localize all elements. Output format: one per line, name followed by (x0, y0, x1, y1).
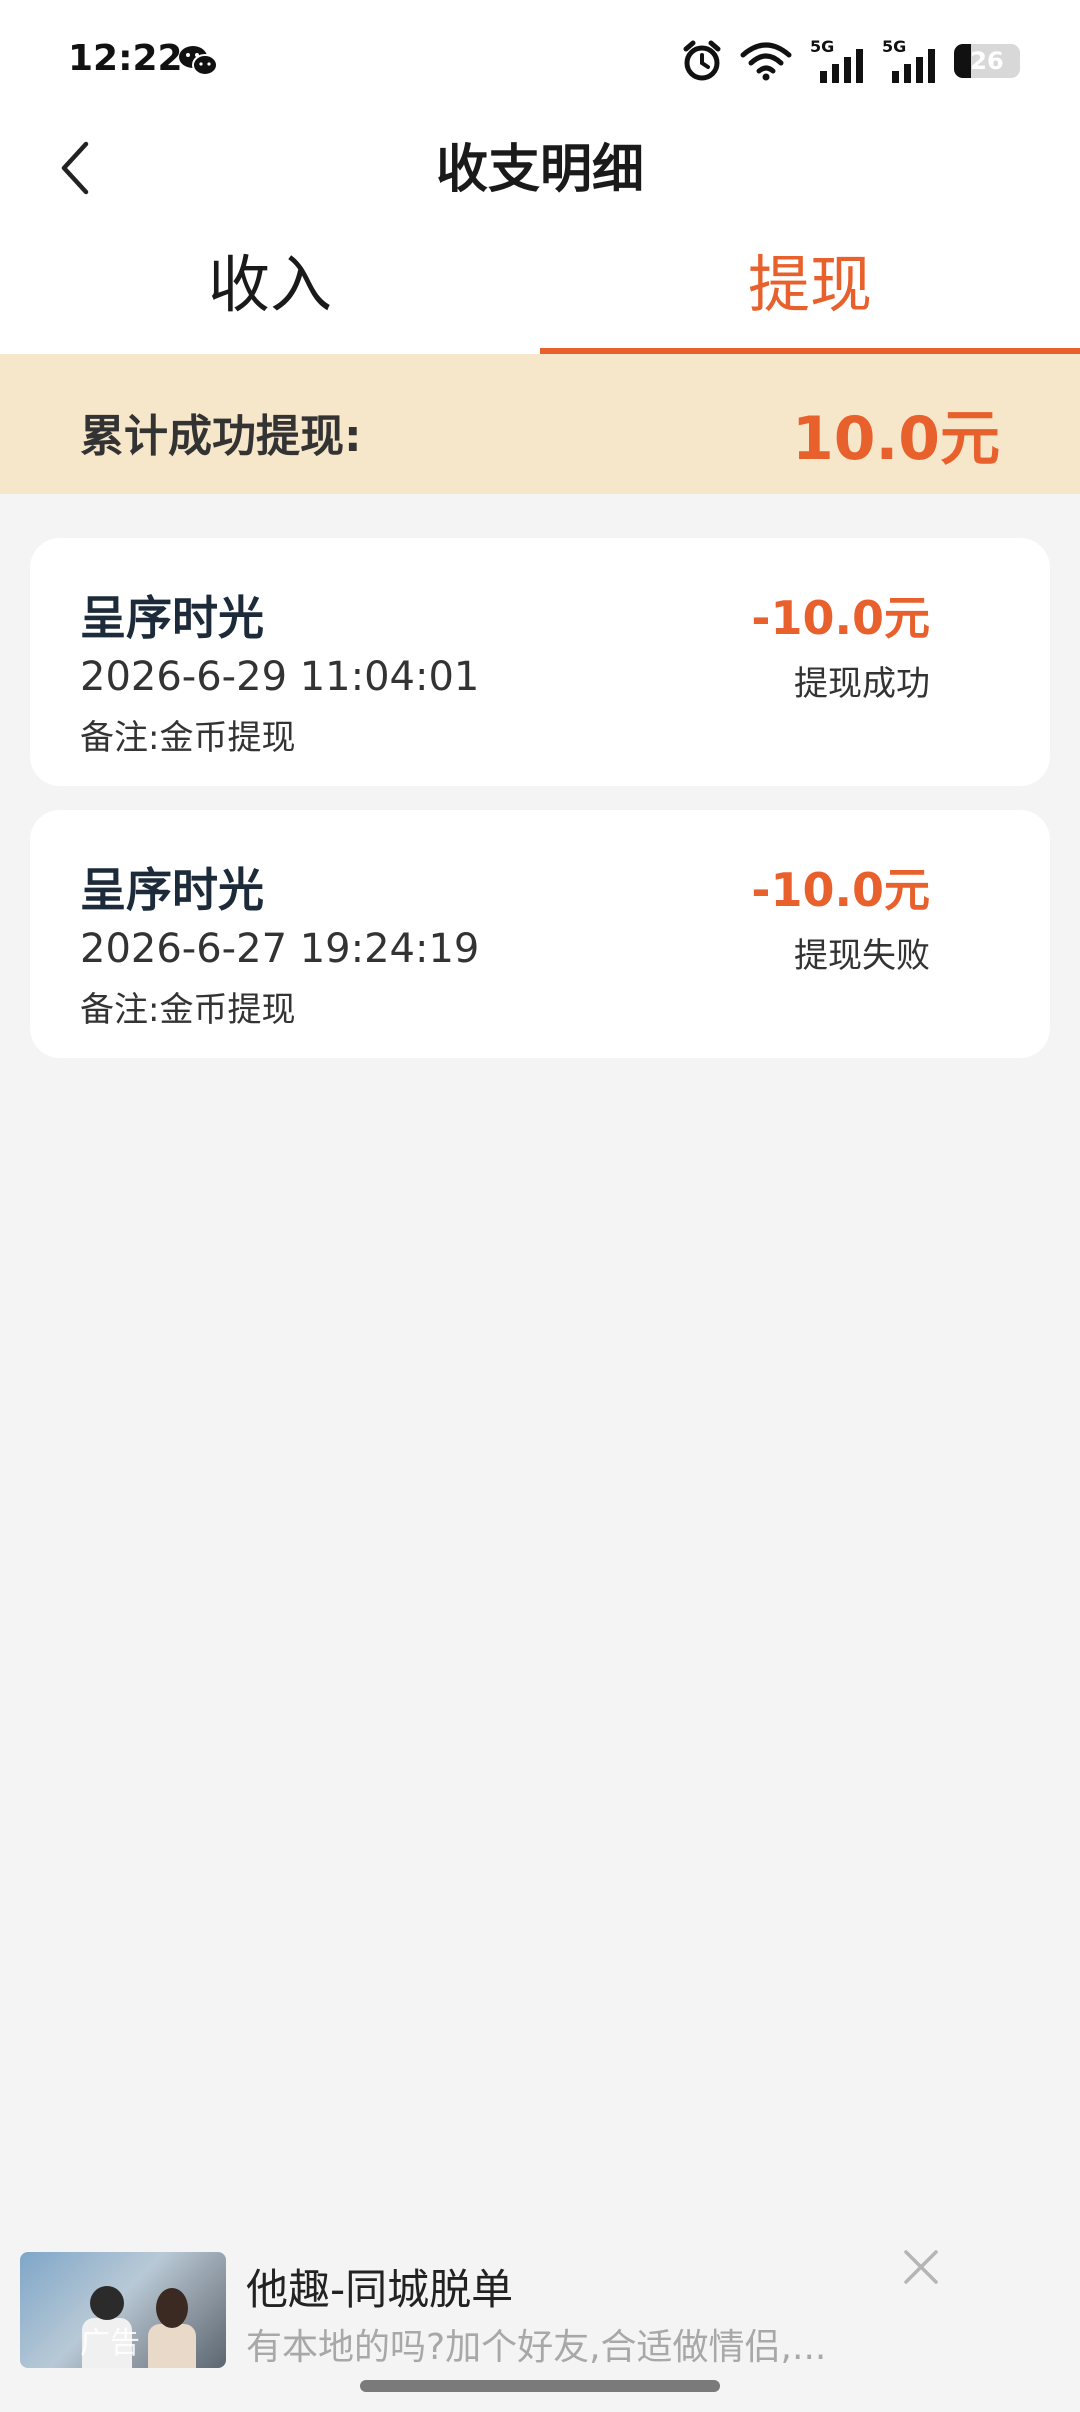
ad-title[interactable]: 他趣-同城脱单 (246, 2256, 513, 2317)
tab-withdraw-label: 提现 (747, 248, 872, 321)
record-status: 提现成功 (794, 664, 930, 704)
tab-bar: 收入 提现 (0, 220, 1080, 354)
status-icons: 5G 5G 26 (682, 36, 1020, 86)
tab-income[interactable]: 收入 (0, 220, 540, 354)
status-bar: 12:22 5G 5G 26 (0, 0, 1080, 120)
signal-5g-icon: 5G (882, 37, 936, 83)
record-name: 呈序时光 (80, 863, 264, 917)
record-note: 备注:金币提现 (80, 718, 296, 758)
record-list: 呈序时光 2026-6-29 11:04:01 备注:金币提现 -10.0元 提… (30, 538, 1050, 1082)
ad-description[interactable]: 有本地的吗?加个好友,合适做情侣,... (246, 2318, 826, 2370)
summary-label: 累计成功提现: (80, 411, 362, 462)
close-icon[interactable] (900, 2246, 942, 2288)
wifi-icon (740, 42, 792, 81)
ad-banner[interactable]: 广告 他趣-同城脱单 有本地的吗?加个好友,合适做情侣,... (0, 2230, 1080, 2368)
withdraw-summary: 累计成功提现: 10.0元 (0, 354, 1080, 494)
record-card[interactable]: 呈序时光 2026-6-29 11:04:01 备注:金币提现 -10.0元 提… (30, 538, 1050, 786)
record-card[interactable]: 呈序时光 2026-6-27 19:24:19 备注:金币提现 -10.0元 提… (30, 810, 1050, 1058)
summary-value: 10.0元 (791, 404, 1000, 474)
battery-level: 26 (970, 47, 1004, 75)
ad-tag: 广告 (80, 2326, 140, 2361)
record-time: 2026-6-27 19:24:19 (80, 926, 480, 972)
status-time: 12:22 (68, 38, 183, 79)
wechat-icon (179, 46, 218, 76)
battery-icon: 26 (954, 44, 1020, 78)
home-indicator[interactable] (360, 2380, 720, 2392)
tab-income-label: 收入 (207, 248, 332, 321)
ad-image[interactable]: 广告 (20, 2252, 226, 2368)
header: 收支明细 (0, 120, 1080, 220)
tab-withdraw[interactable]: 提现 (540, 220, 1080, 354)
signal-5g-icon: 5G (810, 37, 864, 83)
page-title: 收支明细 (435, 140, 644, 200)
record-note: 备注:金币提现 (80, 990, 296, 1030)
alarm-icon (683, 40, 721, 81)
record-amount: -10.0元 (751, 863, 930, 917)
record-status: 提现失败 (794, 936, 930, 976)
record-time: 2026-6-29 11:04:01 (80, 654, 480, 700)
record-amount: -10.0元 (751, 591, 930, 645)
record-name: 呈序时光 (80, 591, 264, 645)
